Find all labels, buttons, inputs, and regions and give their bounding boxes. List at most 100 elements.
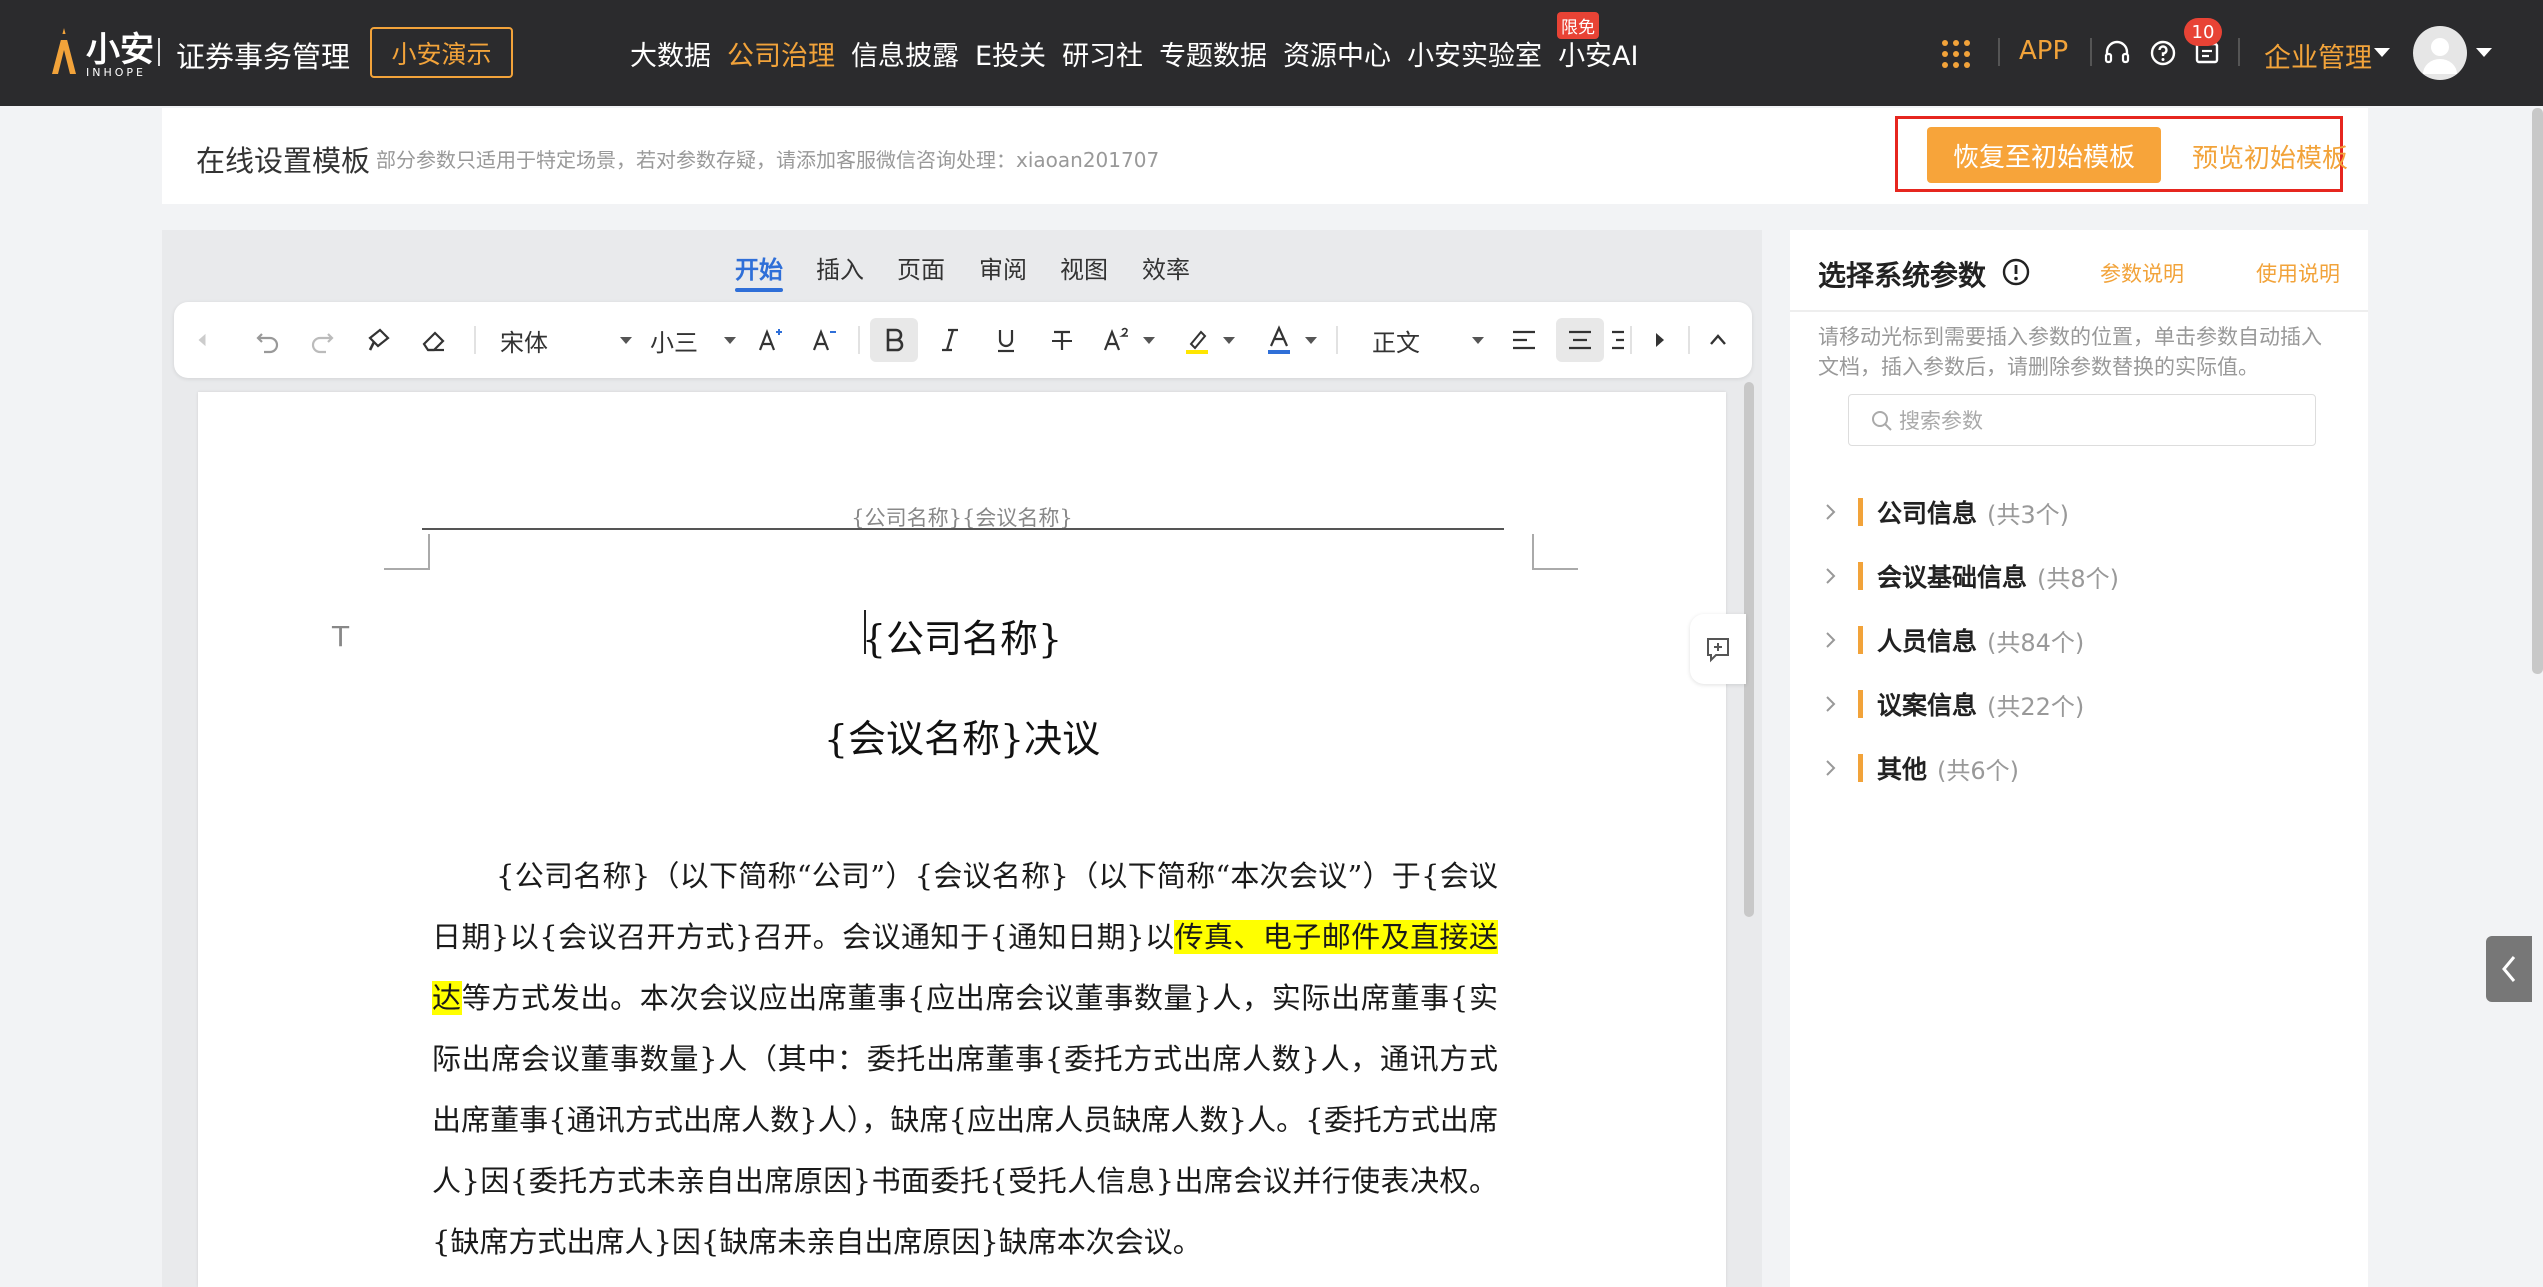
format-toolbar: 宋体 小三 正文 [174,302,1752,378]
doc-title-company[interactable]: {公司名称} [198,608,1726,663]
tab-view[interactable]: 视图 [1060,250,1108,285]
toolbar-divider [858,326,860,354]
bold-icon[interactable] [870,318,918,362]
topbar-divider [1998,38,2000,66]
nav-item-ai[interactable]: 小安AI [1558,34,1638,73]
chevron-down-icon [1472,336,1484,344]
tab-review[interactable]: 审阅 [979,250,1027,285]
apps-grid-icon[interactable] [1942,40,1970,68]
notification-badge: 10 [2184,18,2222,46]
category-count: (共3个) [1987,500,2070,529]
preview-template-link[interactable]: 预览初始模板 [2192,138,2348,175]
restore-template-button[interactable]: 恢复至初始模板 [1927,127,2161,183]
param-category-other[interactable]: 其他 (共6个) [1818,748,2019,788]
param-category-personnel[interactable]: 人员信息 (共84个) [1818,620,2084,660]
param-search-input[interactable] [1899,405,2299,437]
nav-item-resources[interactable]: 资源中心 [1283,34,1391,73]
chevron-right-icon [1826,504,1836,520]
main-nav: 大数据 公司治理 信息披露 E投关 研习社 专题数据 资源中心 小安实验室 小安… [630,0,1655,106]
param-category-meeting[interactable]: 会议基础信息 (共8个) [1818,556,2119,596]
usage-instructions-link[interactable]: 使用说明 [2256,258,2340,288]
font-size-value: 小三 [650,328,698,357]
param-panel: 选择系统参数 参数说明 使用说明 请移动光标到需要插入参数的位置，单击参数自动插… [1790,230,2368,1287]
category-label: 人员信息 [1877,627,1978,656]
page-scrollbar[interactable] [2532,108,2543,674]
tab-start[interactable]: 开始 [735,250,783,285]
margin-marker-left [384,534,430,570]
scroll-left-icon[interactable] [188,322,216,358]
underline-icon[interactable] [986,322,1026,358]
param-description-link[interactable]: 参数说明 [2100,258,2184,288]
font-family-value: 宋体 [500,328,548,357]
eraser-icon[interactable] [416,322,452,358]
logo-text: 小安 [86,30,154,70]
active-tab-indicator [735,288,783,292]
font-size-select[interactable]: 小三 [650,322,736,358]
nav-item-e-investor[interactable]: E投关 [975,34,1046,73]
undo-icon[interactable] [250,322,286,358]
font-color-icon[interactable] [1258,322,1322,358]
tab-efficiency[interactable]: 效率 [1142,250,1190,285]
toolbar-divider [1336,326,1338,354]
param-panel-title: 选择系统参数 [1818,259,1987,292]
paragraph-text: 等方式发出。本次会议应出席董事{应出席会议董事数量}人，实际出席董事{实际出席会… [432,981,1498,1259]
nav-item-topic-data[interactable]: 专题数据 [1159,34,1267,73]
tab-insert[interactable]: 插入 [816,250,864,285]
logo-icon [52,28,76,74]
nav-item-study[interactable]: 研习社 [1062,34,1143,73]
align-right-icon[interactable] [1610,322,1624,358]
nav-item-lab[interactable]: 小安实验室 [1407,34,1542,73]
headset-icon[interactable] [2102,38,2132,68]
category-marker [1858,498,1863,526]
avatar[interactable] [2413,26,2467,80]
info-icon[interactable] [2001,257,2031,287]
increase-font-icon[interactable] [750,322,790,358]
tab-page[interactable]: 页面 [897,250,945,285]
collapse-toolbar-icon[interactable] [1700,322,1736,358]
chevron-down-icon [1143,336,1155,344]
category-label: 其他 [1877,755,1928,784]
scroll-right-icon[interactable] [1644,322,1676,358]
nav-item-disclosure[interactable]: 信息披露 [851,34,959,73]
decrease-font-icon[interactable] [804,322,844,358]
app-link[interactable]: APP [2019,36,2068,66]
strikethrough-icon[interactable] [1042,322,1082,358]
demo-button[interactable]: 小安演示 [370,27,513,78]
doc-paragraph[interactable]: {公司名称}（以下简称“公司”）{会议名称}（以下简称“本次会议”）于{会议日期… [432,846,1498,1273]
format-painter-icon[interactable] [360,322,396,358]
param-category-company[interactable]: 公司信息 (共3个) [1818,492,2069,532]
topbar-divider [2238,38,2240,66]
redo-icon[interactable] [304,322,340,358]
toolbar-divider [1688,326,1690,354]
param-search-box[interactable] [1848,394,2316,446]
collapse-panel-button[interactable] [2486,936,2532,1002]
nav-item-governance[interactable]: 公司治理 [727,34,835,73]
param-hint: 请移动光标到需要插入参数的位置，单击参数自动插入文档，插入参数后，请删除参数替换… [1818,325,2322,379]
enterprise-menu[interactable]: 企业管理 [2264,36,2372,75]
chevron-down-icon[interactable] [2476,48,2492,57]
align-left-icon[interactable] [1504,322,1544,358]
highlight-color-icon[interactable] [1176,322,1240,358]
free-badge: 限免 [1557,12,1599,39]
font-family-select[interactable]: 宋体 [500,322,632,358]
align-center-icon[interactable] [1556,318,1604,362]
category-count: (共8个) [2037,564,2120,593]
user-icon [2423,38,2457,74]
chevron-down-icon[interactable] [2374,48,2390,57]
chevron-right-icon [1826,696,1836,712]
paragraph-style-select[interactable]: 正文 [1372,322,1484,358]
help-icon[interactable] [2148,38,2178,68]
doc-title-resolution[interactable]: {会议名称}决议 [198,708,1726,763]
param-category-proposal[interactable]: 议案信息 (共22个) [1818,684,2084,724]
document-page[interactable]: {公司名称}{会议名称} T {公司名称} {会议名称}决议 {公司名称}（以下… [198,392,1726,1287]
italic-icon[interactable] [930,322,970,358]
toolbar-divider [474,326,476,354]
add-comment-button[interactable] [1690,614,1746,684]
page-title: 在线设置模板 [196,144,371,178]
superscript-icon[interactable] [1098,322,1158,358]
settings-hint: 部分参数只适用于特定场景，若对参数存疑，请添加客服微信咨询处理：xiaoan20… [376,148,1160,172]
category-count: (共22个) [1987,692,2085,721]
template-settings-bar: 在线设置模板 部分参数只适用于特定场景，若对参数存疑，请添加客服微信咨询处理：x… [162,108,2368,204]
ribbon-tabs: 开始 插入 页面 审阅 视图 效率 [162,250,1762,300]
nav-item-bigdata[interactable]: 大数据 [630,34,711,73]
